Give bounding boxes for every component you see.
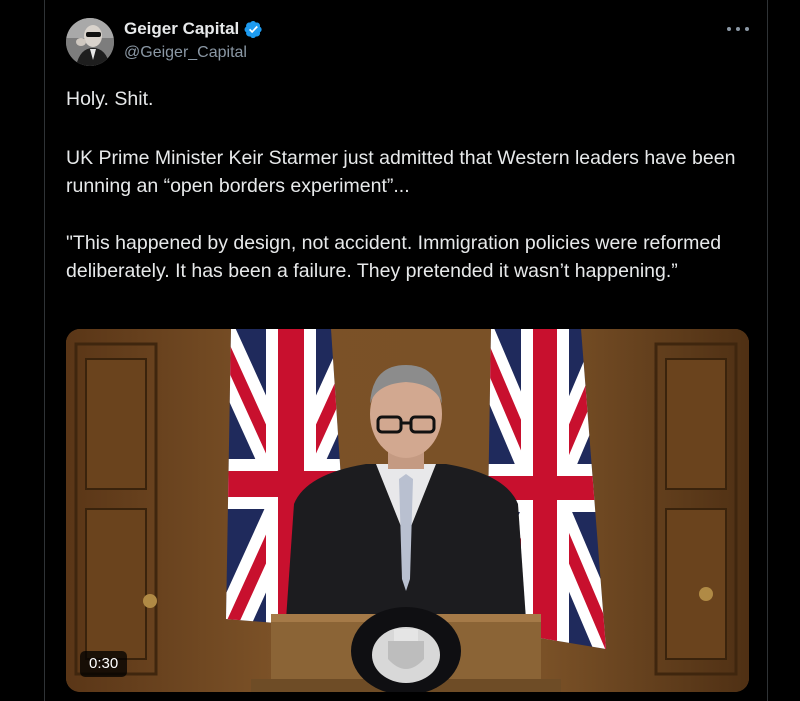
video-duration-badge: 0:30 [80, 651, 128, 677]
video-frame-image [66, 329, 749, 692]
verified-badge-icon [244, 20, 262, 38]
tweet-video[interactable] [66, 329, 749, 692]
tweet-text-quote: "This happened by design, not accident. … [66, 232, 722, 282]
tweet-text-paragraph-2: UK Prime Minister Keir Starmer just admi… [66, 147, 736, 197]
author-name-row: Geiger Capital [124, 19, 263, 39]
timeline-divider-left [44, 0, 45, 701]
avatar-photo [66, 18, 114, 66]
author-handle[interactable]: @Geiger_Capital [124, 44, 247, 62]
author-avatar[interactable] [66, 18, 114, 66]
tweet-text-line-1: Holy. Shit. [66, 88, 154, 110]
timeline-divider-right [767, 0, 768, 701]
more-horizontal-icon[interactable] [727, 22, 749, 36]
author-display-name[interactable]: Geiger Capital [124, 19, 239, 39]
